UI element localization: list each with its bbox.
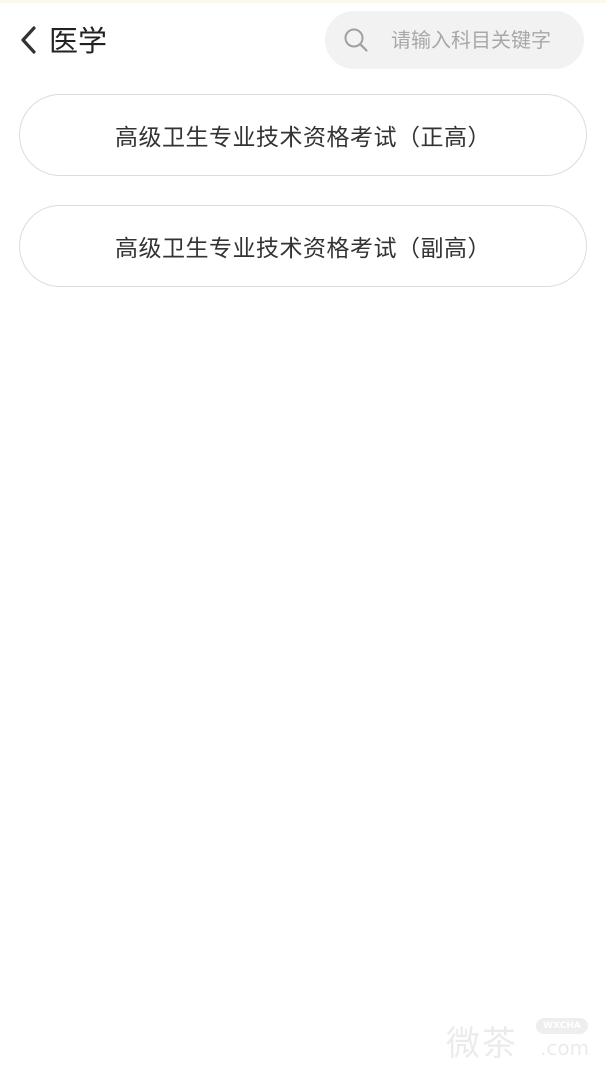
- exam-item-label: 高级卫生专业技术资格考试（正高）: [115, 125, 491, 151]
- exam-item-senior-deputy[interactable]: 高级卫生专业技术资格考试（副高）: [19, 205, 587, 287]
- search-input[interactable]: [391, 11, 571, 69]
- search-box[interactable]: [325, 11, 584, 69]
- watermark-suffix: .com: [540, 1036, 590, 1060]
- exam-item-senior-full[interactable]: 高级卫生专业技术资格考试（正高）: [19, 94, 587, 176]
- watermark-badge: WXCHA: [536, 1018, 588, 1034]
- top-accent-strip: [0, 0, 607, 3]
- search-icon: [343, 27, 369, 53]
- watermark-text: 微茶: [446, 1024, 518, 1064]
- back-chevron-icon[interactable]: [16, 22, 42, 58]
- watermark-logo: 微茶 WXCHA .com: [446, 1012, 591, 1064]
- exam-item-label: 高级卫生专业技术资格考试（副高）: [115, 236, 491, 262]
- page-title: 医学: [49, 24, 108, 58]
